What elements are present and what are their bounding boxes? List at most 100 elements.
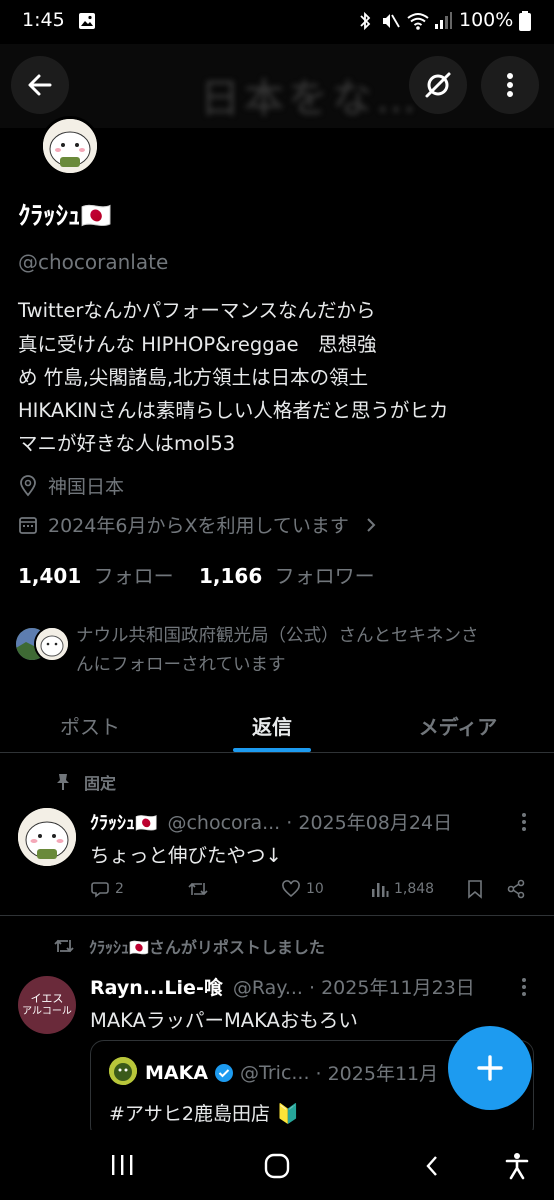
arrow-left-icon [28,74,52,96]
more-vertical-icon [507,73,513,97]
mute-icon [380,11,400,31]
retweet-icon [188,882,208,896]
retweet-button[interactable] [187,879,214,899]
tabs-divider [0,752,554,753]
more-options-button[interactable] [481,56,539,114]
status-time: 1:45 [22,9,65,31]
wifi-icon [406,11,430,31]
profile-banner: 日本をな… [0,44,554,128]
quote-avatar [109,1057,137,1085]
tweet-author-avatar[interactable] [18,808,76,866]
tweet-date[interactable]: · 2025年08月24日 [286,812,452,834]
location-pin-icon [20,474,36,496]
share-icon [507,879,525,899]
tweet-author-handle[interactable]: @Ray... [233,977,303,999]
quote-text: #アサヒ2鹿島田店 🔰 [109,1103,300,1125]
grok-button[interactable] [409,56,467,114]
tweet-date[interactable]: · 2025年11月23日 [309,977,475,999]
recent-apps-icon [112,1155,133,1175]
followers-count: 1,166 [199,564,263,588]
bio-line: マニが好きな人はmol53 [18,432,236,455]
pin-icon [57,774,69,790]
like-button[interactable]: 10 [281,879,324,899]
quote-author-handle: @Tric... [240,1061,310,1084]
pinned-label: 固定 [84,774,117,793]
profile-joined[interactable]: 2024年6月からXを利用しています [18,511,377,538]
profile-avatar[interactable] [40,116,100,176]
tweet-more-button[interactable] [520,977,528,997]
more-vertical-icon [522,978,526,996]
recent-apps-button[interactable] [110,1154,134,1176]
avatar-text: アルコール [22,1006,72,1017]
followed-by-line: ナウル共和国政府観光局（公式）さんとセキネンさ [76,626,479,646]
joined-text: 2024年6月からXを利用しています [48,515,349,537]
followed-by-avatars[interactable] [14,626,70,662]
gallery-icon [78,12,96,30]
verified-badge-icon [215,1063,234,1082]
status-bar: 1:45 100% [0,0,554,44]
repost-label: ｸﾗｯｼｭ🇯🇵さんがリポストしました [89,938,325,957]
battery-icon [518,10,532,32]
more-vertical-icon [522,813,526,831]
heart-icon [282,880,300,898]
reply-button[interactable]: 2 [90,879,124,899]
profile-location: 神国日本 [18,472,124,499]
tweet-header: ｸﾗｯｼｭ🇯🇵 @chocora... · 2025年08月24日 [90,808,452,835]
plus-icon [477,1055,503,1081]
back-nav-button[interactable] [424,1154,440,1178]
views-button[interactable]: 1,848 [371,879,434,899]
reply-icon [91,882,109,898]
pinned-indicator: 固定 [56,770,116,794]
bio-line: め 竹島,尖閣諸島,北方領土は日本の領土 [18,366,369,389]
accessibility-button[interactable] [505,1152,529,1180]
tab-posts[interactable]: ポスト [0,700,180,750]
followers-label: フォロワー [274,564,375,588]
view-count: 1,848 [394,881,435,897]
following-label: フォロー [93,564,174,588]
bookmark-button[interactable] [467,879,483,899]
home-button[interactable] [263,1152,291,1180]
tweet-author-handle[interactable]: @chocora... [167,812,280,834]
avatar-text: イエス [30,992,64,1005]
bio-line: 真に受けんな HIPHOP&reggae 思想強 [18,333,377,356]
chevron-left-icon [426,1156,437,1176]
followed-by-text[interactable]: ナウル共和国政府観光局（公式）さんとセキネンさ んにフォローされています [76,622,479,680]
tweet-more-button[interactable] [520,812,528,832]
retweet-icon [54,939,74,953]
profile-handle: @chocoranlate [18,250,169,274]
like-count: 10 [306,881,324,897]
tweet-author-name[interactable]: Rayn...Lie-喰 [90,977,223,999]
repost-author-avatar[interactable]: イエス アルコール [18,976,76,1034]
tab-replies[interactable]: 返信 [182,700,362,750]
tweet-divider [0,915,554,916]
repost-indicator: ｸﾗｯｼｭ🇯🇵さんがリポストしました [53,934,325,958]
location-text: 神国日本 [48,476,125,498]
followers-link[interactable]: 1,166 フォロワー [199,560,375,589]
share-button[interactable] [506,879,526,899]
bookmark-icon [468,880,482,899]
calendar-icon [19,516,37,534]
banner-text: 日本をな… [200,76,420,122]
tweet-author-name[interactable]: ｸﾗｯｼｭ🇯🇵 [90,813,157,834]
chevron-right-icon [367,517,376,532]
tweet-text: ちょっと伸びたやつ↓ [90,844,282,867]
grok-icon [425,72,451,98]
bluetooth-icon [358,11,372,31]
tab-media[interactable]: メディア [368,700,548,750]
following-link[interactable]: 1,401 フォロー [18,560,174,589]
bio-line: HIKAKINさんは素晴らしい人格者だと思うがヒカ [18,399,449,422]
back-button[interactable] [11,56,69,114]
tweet-text: MAKAラッパーMAKAおもろい [90,1009,358,1032]
quote-date: · 2025年11月 [315,1063,439,1085]
views-icon [372,883,389,897]
followed-by-line: んにフォローされています [76,655,286,675]
following-count: 1,401 [18,564,82,588]
reply-count: 2 [115,881,124,897]
signal-icon [433,11,453,31]
quote-header: MAKA @Tric... · 2025年11月 [145,1059,438,1086]
quote-author-name: MAKA [145,1061,209,1084]
system-navigation-bar [0,1130,554,1200]
tweet-header: Rayn...Lie-喰 @Ray... · 2025年11月23日 [90,973,475,1000]
avatar [34,626,70,662]
compose-button[interactable] [448,1026,532,1110]
